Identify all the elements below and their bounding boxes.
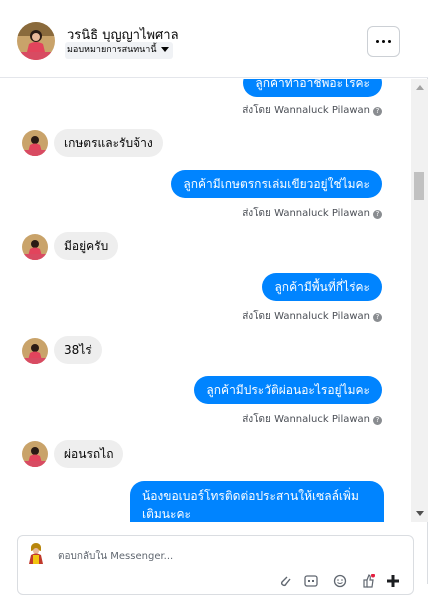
message-list[interactable]: ลูกค้าทำอาชีพอะไรคะ ส่งโดย Wannaluck Pil… — [0, 79, 412, 522]
contact-avatar-small — [22, 441, 48, 467]
contact-avatar[interactable] — [17, 22, 55, 60]
scroll-up-arrow-icon[interactable] — [416, 85, 424, 90]
sent-by-label: ส่งโดย Wannaluck Pilawan? — [242, 309, 382, 324]
assign-label: มอบหมายการสนทนานี้ — [67, 45, 157, 55]
sent-by-text: ส่งโดย Wannaluck Pilawan — [242, 311, 370, 322]
message-line: เติมนะคะ — [142, 507, 191, 521]
reply-input[interactable]: ตอบกลับใน Messenger... — [58, 549, 173, 564]
help-icon[interactable]: ? — [373, 313, 382, 322]
more-options-button[interactable] — [367, 26, 400, 57]
thumbs-up-icon[interactable] — [361, 574, 375, 588]
sent-by-text: ส่งโดย Wannaluck Pilawan — [242, 105, 370, 116]
sent-by-label: ส่งโดย Wannaluck Pilawan? — [242, 412, 382, 427]
messenger-panel: วรนิธิ บุญญาไพศาล มอบหมายการสนทนานี้ ลูก… — [0, 0, 428, 595]
message-outgoing: ลูกค้ามีเกษตรกรเล่มเขียวอยู่ใช่ไมคะ — [171, 170, 382, 198]
message-incoming: เกษตรและรับจ้าง — [54, 129, 163, 157]
message-line: น้องขอเบอร์โทรติดต่อประสานให้เซลล์เพิ่ม — [142, 489, 359, 503]
message-scrollbar[interactable] — [411, 79, 428, 522]
help-icon[interactable]: ? — [373, 107, 382, 116]
assign-conversation-dropdown[interactable]: มอบหมายการสนทนานี้ — [65, 42, 173, 59]
page-avatar — [25, 541, 47, 565]
gif-icon[interactable] — [304, 574, 318, 588]
sent-by-text: ส่งโดย Wannaluck Pilawan — [242, 208, 370, 219]
emoji-icon[interactable] — [333, 574, 347, 588]
more-dot — [382, 40, 385, 43]
message-incoming: มีอยู่ครับ — [54, 232, 119, 260]
scrollbar-thumb[interactable] — [414, 172, 424, 200]
more-dot — [388, 40, 391, 43]
message-outgoing-multiline: น้องขอเบอร์โทรติดต่อประสานให้เซลล์เพิ่ม … — [130, 481, 384, 522]
caret-down-icon — [160, 47, 169, 52]
reply-composer[interactable]: ตอบกลับใน Messenger... — [17, 535, 414, 595]
contact-avatar-small — [22, 338, 48, 364]
message-outgoing: ลูกค้าทำอาชีพอะไรคะ — [243, 79, 382, 97]
conversation-header: วรนิธิ บุญญาไพศาล มอบหมายการสนทนานี้ — [0, 0, 428, 78]
sent-by-label: ส่งโดย Wannaluck Pilawan? — [242, 103, 382, 118]
message-incoming: ผ่อนรถไถ — [54, 440, 124, 468]
plus-icon[interactable] — [386, 574, 400, 588]
sent-by-label: ส่งโดย Wannaluck Pilawan? — [242, 206, 382, 221]
help-icon[interactable]: ? — [373, 416, 382, 425]
sent-by-text: ส่งโดย Wannaluck Pilawan — [242, 414, 370, 425]
paperclip-icon[interactable] — [278, 574, 292, 588]
contact-avatar-small — [22, 234, 48, 260]
more-dot — [376, 40, 379, 43]
message-outgoing: ลูกค้ามีพื้นที่กี่ไร่คะ — [262, 273, 382, 301]
message-incoming: 38ไร่ — [54, 336, 102, 364]
help-icon[interactable]: ? — [373, 210, 382, 219]
contact-avatar-small — [22, 130, 48, 156]
message-outgoing: ลูกค้ามีประวัติผ่อนอะไรอยู่ไมคะ — [194, 376, 382, 404]
scroll-down-arrow-icon[interactable] — [416, 511, 424, 516]
